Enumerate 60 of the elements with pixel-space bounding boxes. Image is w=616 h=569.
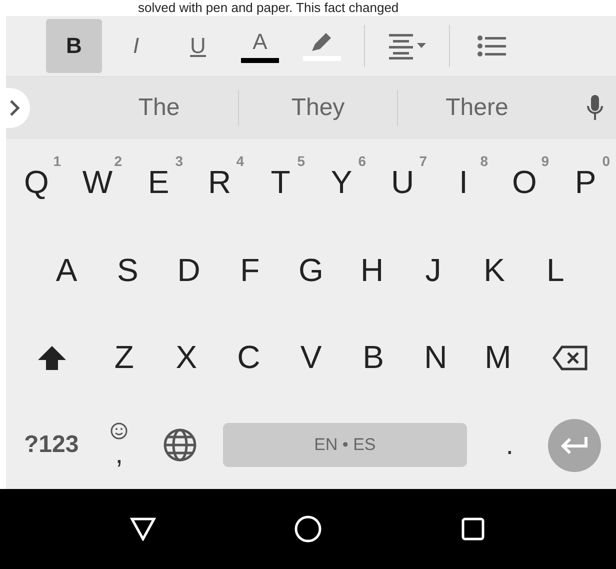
suggestion[interactable]: The bbox=[80, 94, 238, 122]
letter-key[interactable]: Z bbox=[92, 322, 156, 394]
back-icon bbox=[130, 517, 156, 541]
key-hint: 6 bbox=[358, 152, 366, 169]
italic-button[interactable]: I bbox=[108, 19, 164, 73]
return-arrow-icon bbox=[559, 435, 590, 456]
underline-button[interactable]: U bbox=[170, 19, 226, 73]
key-hint: 9 bbox=[541, 152, 549, 169]
key-hint: 2 bbox=[114, 152, 122, 169]
key-hint: 4 bbox=[236, 152, 244, 169]
key-hint: 8 bbox=[480, 152, 488, 169]
chevron-icon bbox=[9, 99, 21, 117]
suggestion[interactable]: There bbox=[398, 94, 556, 122]
letter-key[interactable]: M bbox=[466, 322, 530, 394]
space-bar[interactable]: EN • ES bbox=[222, 423, 468, 468]
key-hint: 3 bbox=[175, 152, 183, 169]
letter-key[interactable]: W 2 bbox=[67, 146, 128, 219]
document-text: solved with pen and paper. This fact changed bbox=[137, 0, 400, 16]
text-color-button[interactable]: A bbox=[232, 19, 288, 73]
letter-key[interactable]: I 8 bbox=[433, 146, 494, 219]
backspace-icon bbox=[552, 344, 588, 371]
smiley-icon bbox=[110, 422, 128, 440]
letter-key[interactable]: Y 6 bbox=[311, 146, 372, 219]
letter-key[interactable]: K bbox=[464, 234, 525, 306]
microphone-icon[interactable] bbox=[586, 94, 604, 122]
letter-key[interactable]: R 4 bbox=[189, 146, 250, 219]
key-hint: 7 bbox=[419, 152, 427, 169]
letter-key[interactable]: H bbox=[342, 234, 403, 306]
letter-key[interactable]: F bbox=[219, 234, 280, 306]
letter-key[interactable]: U 7 bbox=[372, 146, 433, 219]
suggestion[interactable]: They bbox=[239, 94, 397, 122]
globe-icon bbox=[163, 428, 198, 462]
key-hint: 1 bbox=[53, 152, 61, 169]
letter-key[interactable]: A bbox=[36, 234, 98, 306]
home-icon bbox=[294, 515, 322, 543]
letter-key[interactable]: E 3 bbox=[128, 146, 189, 219]
letter-key[interactable]: X bbox=[155, 322, 218, 394]
letter-key[interactable]: S bbox=[97, 234, 158, 306]
letter-key[interactable]: C bbox=[218, 322, 280, 394]
bulleted-list-icon bbox=[477, 34, 507, 58]
letter-key[interactable]: O 9 bbox=[494, 146, 555, 219]
letter-key[interactable]: P 0 bbox=[555, 146, 616, 219]
align-center-icon bbox=[387, 32, 427, 60]
bold-button[interactable]: B bbox=[46, 19, 102, 73]
key-hint: 0 bbox=[602, 152, 610, 169]
letter-key[interactable]: B bbox=[342, 322, 404, 394]
key-hint: 5 bbox=[297, 152, 305, 169]
letter-key[interactable]: N bbox=[404, 322, 467, 394]
letter-key[interactable]: T 5 bbox=[250, 146, 311, 219]
letter-key[interactable]: G bbox=[280, 234, 342, 306]
shift-arrow-icon bbox=[37, 344, 68, 371]
letter-key[interactable]: D bbox=[158, 234, 220, 306]
period-key[interactable]: . bbox=[479, 415, 540, 476]
letter-key[interactable]: V bbox=[280, 322, 342, 394]
recents-icon bbox=[461, 517, 486, 541]
letter-key[interactable]: J bbox=[402, 234, 464, 306]
comma-key[interactable]: , bbox=[88, 415, 150, 476]
symbols-key[interactable]: ?123 bbox=[14, 415, 89, 476]
letter-key[interactable]: Q 1 bbox=[6, 146, 67, 219]
letter-key[interactable]: L bbox=[524, 234, 586, 306]
